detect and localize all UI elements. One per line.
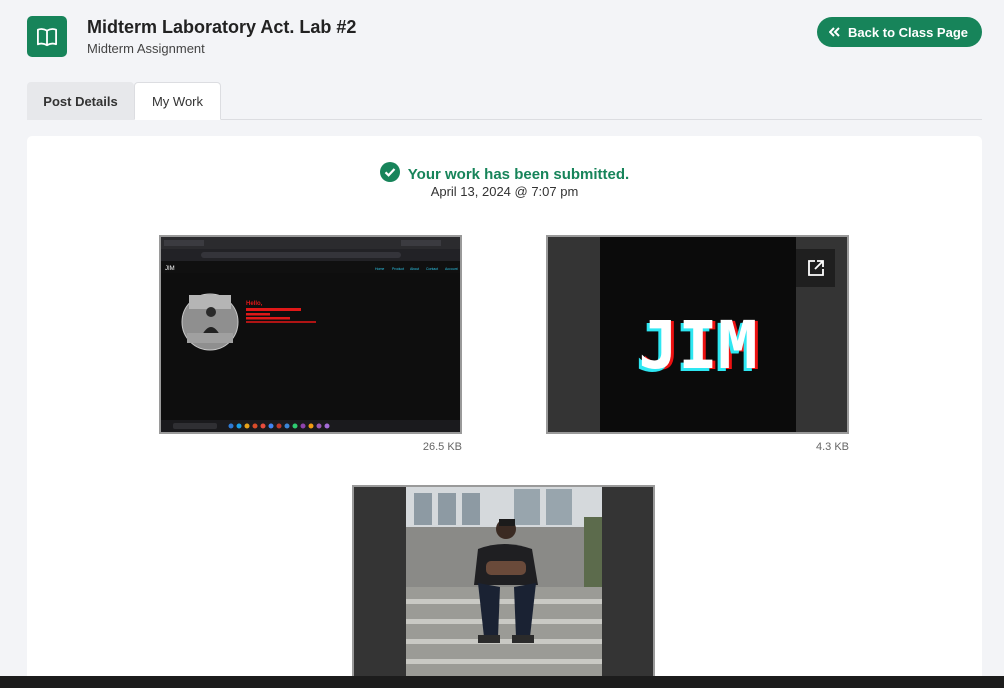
submission-status: Your work has been submitted. [27,162,982,186]
photo-preview [354,487,653,688]
screenshot-preview: JIM Home Product About Contact Account H… [161,237,460,432]
submission-status-text: Your work has been submitted. [407,165,630,183]
page-title: Midterm Laboratory Act. Lab #2 [87,17,357,37]
screenshot-nav-product: Product [392,267,404,271]
screenshot-nav-about: About [410,267,419,271]
tab-my-work[interactable]: My Work [134,82,221,120]
submission-date: April 13, 2024 @ 7:07 pm [430,184,579,199]
os-taskbar [0,676,1004,688]
jim-logo-text-white: JIM [638,307,757,384]
tab-bar: Post Details My Work [27,82,982,120]
back-to-class-button[interactable]: Back to Class Page [817,17,982,47]
tab-post-details[interactable]: Post Details [27,82,134,120]
attachment-screenshot[interactable]: JIM Home Product About Contact Account H… [159,235,462,434]
attachment-jim-logo-size: 4.3 KB [815,441,849,453]
attachment-screenshot-size: 26.5 KB [422,441,462,453]
my-work-card: Your work has been submitted. April 13, … [27,136,982,688]
book-icon [27,16,67,57]
attachment-photo[interactable] [352,485,655,688]
screenshot-logo: JIM [165,266,175,272]
screenshot-nav-account: Account [445,267,458,271]
page-header: Midterm Laboratory Act. Lab #2 Midterm A… [27,16,982,60]
screenshot-nav-home: Home [375,267,384,271]
screenshot-hello: Hello, [246,301,263,307]
check-circle-icon [379,162,400,186]
attachment-jim-logo[interactable]: JIM JIM JIM [546,235,849,434]
page-subtitle: Midterm Assignment [87,41,205,56]
screenshot-nav-contact: Contact [426,267,438,271]
back-button-label: Back to Class Page [848,24,968,40]
open-external-icon[interactable] [796,249,835,287]
double-chevron-left-icon [828,25,840,40]
